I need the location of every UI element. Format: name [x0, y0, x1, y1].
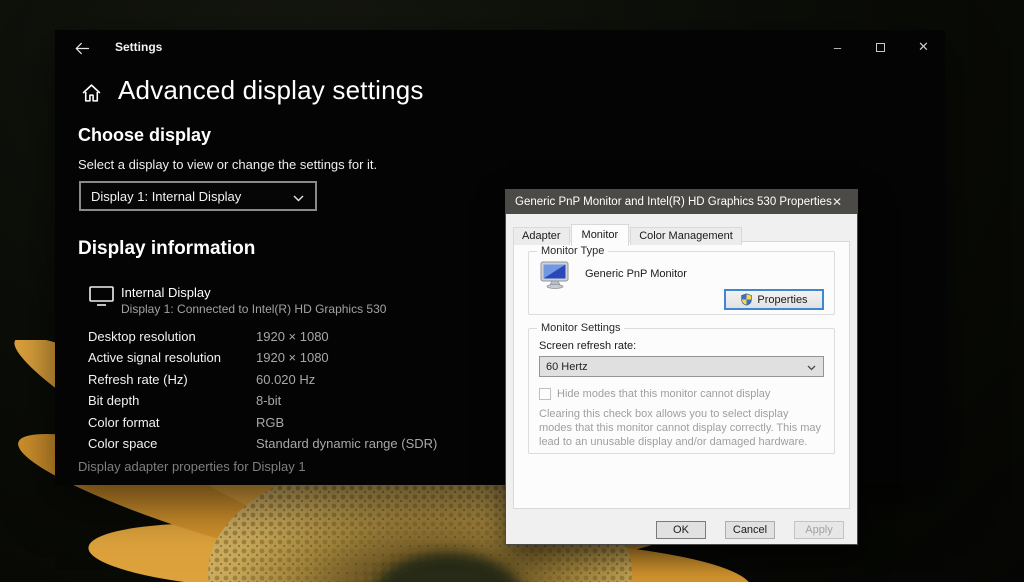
window-controls: – ✕ [816, 30, 945, 64]
display-adapter-properties-link[interactable]: Display adapter properties for Display 1 [78, 459, 306, 474]
refresh-rate-value: 60 Hertz [546, 361, 588, 373]
property-value: 1920 × 1080 [256, 350, 437, 371]
monitor-type-group: Monitor Type Generic PnP Monitor [528, 251, 835, 315]
monitor-settings-group: Monitor Settings Screen refresh rate: 60… [528, 328, 835, 454]
monitor-outline-icon [89, 286, 114, 306]
cancel-button[interactable]: Cancel [725, 521, 775, 539]
apply-button[interactable]: Apply [794, 521, 844, 539]
refresh-rate-label: Screen refresh rate: [539, 340, 636, 352]
back-button[interactable] [69, 37, 95, 59]
chevron-down-icon [807, 365, 816, 371]
display-name: Internal Display [121, 285, 211, 300]
property-label: Color format [88, 415, 256, 436]
monitor-type-heading: Monitor Type [537, 245, 608, 257]
minimize-icon: – [834, 40, 841, 55]
chevron-down-icon [293, 195, 304, 202]
uac-shield-icon [740, 293, 753, 306]
property-value: 1920 × 1080 [256, 329, 437, 350]
choose-display-heading: Choose display [78, 125, 211, 146]
property-label: Refresh rate (Hz) [88, 372, 256, 393]
display-properties-table: Desktop resolution 1920 × 1080 Active si… [88, 329, 437, 457]
property-label: Bit depth [88, 393, 256, 414]
monitor-tab-page: Monitor Type Generic PnP Monitor [513, 241, 850, 509]
display-select-dropdown[interactable]: Display 1: Internal Display [79, 181, 317, 211]
dialog-close-icon: ✕ [832, 195, 842, 209]
monitor-name: Generic PnP Monitor [585, 268, 687, 280]
close-icon: ✕ [918, 39, 929, 55]
desktop: Settings – ✕ Advanced display settings C… [0, 0, 1024, 582]
property-label: Color space [88, 436, 256, 457]
properties-button-label: Properties [757, 294, 807, 306]
page-title: Advanced display settings [118, 75, 424, 106]
maximize-button[interactable] [859, 30, 902, 64]
hide-modes-row: Hide modes that this monitor cannot disp… [539, 388, 770, 400]
dialog-body: Adapter Monitor Color Management Monitor… [506, 214, 857, 544]
tab-monitor[interactable]: Monitor [571, 224, 630, 246]
close-button[interactable]: ✕ [902, 30, 945, 64]
maximize-icon [876, 43, 885, 52]
minimize-button[interactable]: – [816, 30, 859, 64]
dialog-title: Generic PnP Monitor and Intel(R) HD Grap… [515, 196, 832, 208]
dialog-tabs: Adapter Monitor Color Management [513, 223, 743, 245]
display-connection: Display 1: Connected to Intel(R) HD Grap… [121, 302, 386, 316]
property-label: Active signal resolution [88, 350, 256, 371]
ok-button[interactable]: OK [656, 521, 706, 539]
property-value: 8-bit [256, 393, 437, 414]
properties-button[interactable]: Properties [724, 289, 824, 310]
window-title: Settings [115, 40, 162, 54]
property-value: Standard dynamic range (SDR) [256, 436, 437, 457]
back-arrow-icon [74, 42, 90, 55]
hide-modes-checkbox[interactable] [539, 388, 551, 400]
property-value: RGB [256, 415, 437, 436]
tab-color-management[interactable]: Color Management [630, 227, 742, 245]
hide-modes-warning-text: Clearing this check box allows you to se… [539, 407, 822, 449]
tab-adapter[interactable]: Adapter [513, 227, 570, 245]
settings-titlebar: Settings – ✕ [55, 30, 945, 64]
dialog-close-button[interactable]: ✕ [817, 190, 857, 214]
refresh-rate-dropdown[interactable]: 60 Hertz [539, 356, 824, 377]
hide-modes-label: Hide modes that this monitor cannot disp… [557, 388, 770, 400]
display-information-heading: Display information [78, 238, 255, 260]
display-select-value: Display 1: Internal Display [91, 189, 241, 204]
monitor-device-icon [539, 261, 571, 289]
property-label: Desktop resolution [88, 329, 256, 350]
dialog-titlebar: Generic PnP Monitor and Intel(R) HD Grap… [506, 190, 857, 214]
home-icon [81, 83, 102, 103]
monitor-properties-dialog: Generic PnP Monitor and Intel(R) HD Grap… [505, 189, 858, 545]
choose-display-instruction: Select a display to view or change the s… [78, 157, 377, 172]
monitor-settings-heading: Monitor Settings [537, 322, 624, 334]
property-value: 60.020 Hz [256, 372, 437, 393]
